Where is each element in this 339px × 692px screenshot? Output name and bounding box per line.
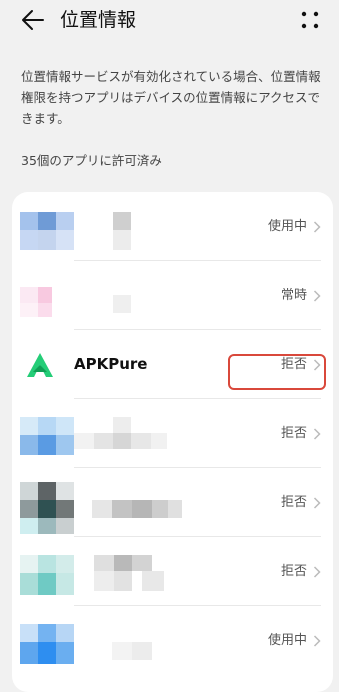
- chevron-right-icon: [313, 428, 321, 440]
- app-row-6[interactable]: 拒否: [12, 537, 333, 606]
- chevron-right-icon: [313, 290, 321, 302]
- permission-status: 拒否: [280, 357, 307, 372]
- permission-status: 使用中: [267, 633, 307, 648]
- app-row-5[interactable]: 拒否: [12, 468, 333, 537]
- chevron-right-icon: [313, 635, 321, 647]
- page-title: 位置情報: [60, 9, 137, 31]
- app-row-2[interactable]: 常時: [12, 261, 333, 330]
- allowed-app-count: 35個のアプリに許可済み: [21, 153, 162, 168]
- location-description: 位置情報サービスが有効化されている場合、位置情報権限を持つアプリはデバイスの位置…: [21, 69, 321, 126]
- app-name: APKPure: [74, 355, 148, 373]
- apkpure-logo-icon: [27, 353, 53, 377]
- permission-status: 常時: [280, 288, 307, 303]
- app-row-4[interactable]: 拒否: [12, 399, 333, 468]
- app-bar: 位置情報: [0, 0, 339, 40]
- chevron-right-icon: [313, 497, 321, 509]
- more-dots-icon[interactable]: [299, 9, 321, 31]
- app-row-7[interactable]: 使用中: [12, 606, 333, 675]
- permission-status: 拒否: [280, 426, 307, 441]
- back-arrow-icon[interactable]: [20, 7, 46, 33]
- app-row-apkpure[interactable]: APKPure 拒否: [12, 330, 333, 399]
- app-row-1[interactable]: 使用中: [12, 192, 333, 261]
- permission-status: 拒否: [280, 564, 307, 579]
- permission-status: 使用中: [267, 219, 307, 234]
- chevron-right-icon: [313, 359, 321, 371]
- chevron-right-icon: [313, 566, 321, 578]
- chevron-right-icon: [313, 221, 321, 233]
- app-list-card: 使用中 常時 APKPure 拒否 拒否 拒否 拒否 使用中: [12, 192, 333, 692]
- permission-status: 拒否: [280, 495, 307, 510]
